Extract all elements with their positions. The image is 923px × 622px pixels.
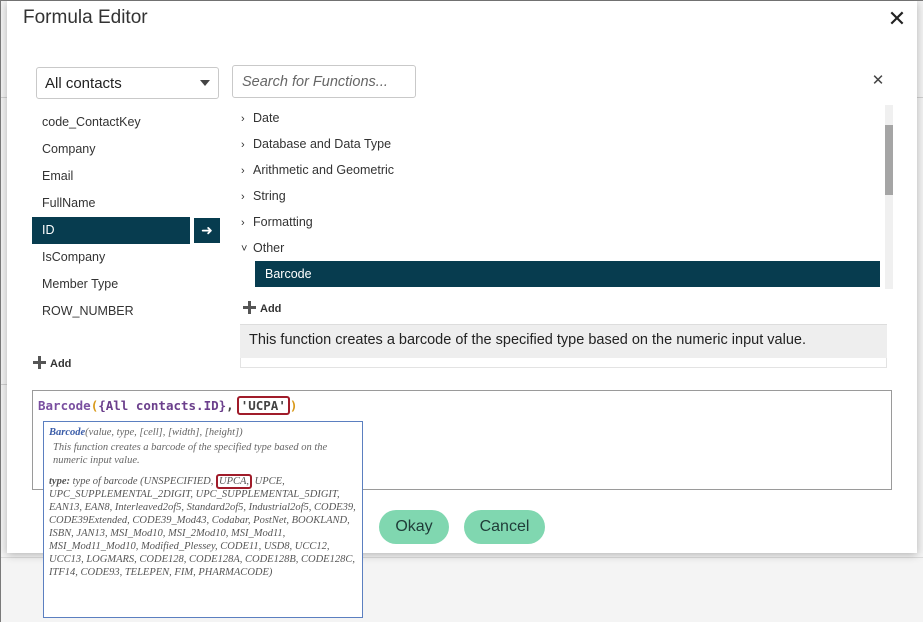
add-function-label: Add bbox=[260, 303, 282, 315]
tooltip-type-desc: type of barcode (UNSPECIFIED, bbox=[72, 476, 216, 487]
code-string-argument: 'UCPA' bbox=[236, 396, 290, 415]
function-search-input[interactable] bbox=[232, 65, 416, 98]
field-item[interactable]: code_ContactKey bbox=[32, 109, 222, 136]
function-category-string[interactable]: › String bbox=[237, 183, 882, 209]
field-item[interactable]: IsCompany bbox=[32, 244, 222, 271]
chevron-right-icon: › bbox=[241, 165, 245, 177]
code-function-name: Barcode bbox=[38, 398, 91, 413]
field-item[interactable]: Member Type bbox=[32, 271, 222, 298]
dialog-title: Formula Editor bbox=[23, 7, 148, 28]
function-category-formatting[interactable]: › Formatting bbox=[237, 209, 882, 235]
tooltip-signature: Barcode(value, type, [cell], [width], [h… bbox=[49, 426, 357, 439]
okay-button[interactable]: Okay bbox=[379, 510, 449, 544]
field-item[interactable]: ROW_NUMBER bbox=[32, 298, 222, 325]
formula-code: Barcode({All contacts.ID}, 'UCPA') bbox=[38, 396, 298, 415]
code-field-reference: {All contacts.ID} bbox=[98, 398, 227, 413]
code-comma: , bbox=[226, 398, 234, 413]
cancel-button[interactable]: Cancel bbox=[464, 510, 545, 544]
chevron-right-icon: › bbox=[241, 113, 245, 125]
add-function-button[interactable]: Add bbox=[243, 301, 281, 315]
category-label: String bbox=[253, 189, 286, 203]
function-signature-tooltip: Barcode(value, type, [cell], [width], [h… bbox=[43, 421, 363, 618]
insert-field-arrow-icon[interactable]: ➜ bbox=[194, 218, 220, 243]
category-label: Formatting bbox=[253, 215, 313, 229]
function-list-scrollbar[interactable] bbox=[885, 105, 893, 289]
tooltip-type-param: type: type of barcode (UNSPECIFIED, UPCA… bbox=[49, 474, 357, 579]
tooltip-type-desc-rest: UPCE, UPC_SUPPLEMENTAL_2DIGIT, UPC_SUPPL… bbox=[49, 476, 356, 578]
tooltip-arguments: (value, type, [cell], [width], [height]) bbox=[85, 427, 243, 438]
data-source-select[interactable]: All contacts bbox=[36, 67, 219, 99]
scrollbar-thumb[interactable] bbox=[885, 125, 893, 195]
function-category-database[interactable]: › Database and Data Type bbox=[237, 131, 882, 157]
chevron-right-icon: › bbox=[241, 217, 245, 229]
plus-icon bbox=[33, 356, 46, 369]
field-item[interactable]: Company bbox=[32, 136, 222, 163]
category-label: Date bbox=[253, 111, 280, 125]
chevron-right-icon: › bbox=[241, 139, 245, 151]
function-category-date[interactable]: › Date bbox=[237, 105, 882, 131]
formula-editor-dialog: Formula Editor ✕ All contacts code_Conta… bbox=[7, 1, 917, 618]
plus-icon bbox=[243, 301, 256, 314]
add-field-label: Add bbox=[50, 358, 72, 370]
close-icon[interactable]: ✕ bbox=[885, 7, 909, 31]
code-close-paren: ) bbox=[289, 398, 298, 413]
caret-down-icon bbox=[200, 80, 210, 86]
background-divider bbox=[917, 97, 923, 98]
add-field-button[interactable]: Add bbox=[33, 356, 71, 370]
tooltip-type-highlight: UPCA, bbox=[216, 474, 253, 489]
chevron-right-icon: › bbox=[241, 191, 245, 203]
field-list: code_ContactKey Company Email FullName I… bbox=[32, 109, 222, 325]
function-item-barcode[interactable]: Barcode bbox=[255, 261, 880, 287]
field-item-label: ID bbox=[42, 223, 55, 237]
clear-search-icon[interactable]: ✕ bbox=[871, 73, 885, 88]
field-item[interactable]: Email bbox=[32, 163, 222, 190]
chevron-down-icon: ˅ bbox=[241, 243, 248, 255]
data-source-value: All contacts bbox=[45, 75, 122, 92]
category-label: Database and Data Type bbox=[253, 137, 392, 151]
function-category-arithmetic[interactable]: › Arithmetic and Geometric bbox=[237, 157, 882, 183]
tooltip-type-label: type: bbox=[49, 476, 70, 487]
category-label: Other bbox=[253, 241, 285, 255]
function-description: This function creates a barcode of the s… bbox=[240, 324, 887, 358]
field-item[interactable]: FullName bbox=[32, 190, 222, 217]
function-list: › Date › Database and Data Type › Arithmeti… bbox=[237, 105, 882, 287]
description-frame bbox=[240, 358, 887, 368]
tooltip-function-name: Barcode bbox=[49, 427, 86, 438]
background-page-right bbox=[917, 1, 923, 622]
tooltip-description: This function creates a barcode of the s… bbox=[53, 442, 328, 466]
field-item-selected[interactable]: ID ➜ bbox=[32, 217, 220, 244]
function-category-other[interactable]: ˅ Other bbox=[237, 235, 882, 261]
category-label: Arithmetic and Geometric bbox=[253, 163, 395, 177]
